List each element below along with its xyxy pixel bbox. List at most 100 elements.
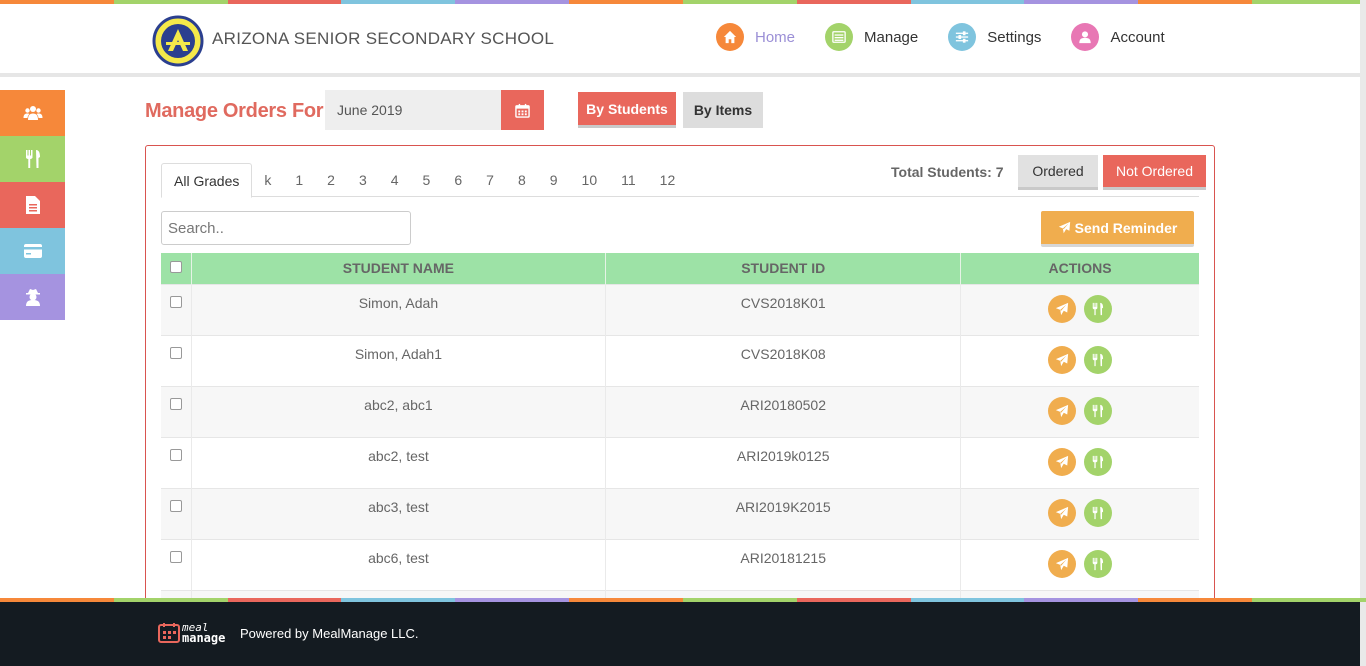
utensils-icon bbox=[25, 150, 40, 168]
tab-grade-1[interactable]: 1 bbox=[283, 163, 315, 197]
paper-plane-icon bbox=[1055, 404, 1069, 418]
view-meals-row-button[interactable] bbox=[1084, 498, 1113, 527]
calendar-button[interactable] bbox=[501, 90, 544, 130]
tab-grade-2[interactable]: 2 bbox=[315, 163, 347, 197]
utensils-icon bbox=[1091, 302, 1105, 316]
row-checkbox[interactable] bbox=[169, 346, 182, 359]
send-reminder-row-button[interactable] bbox=[1048, 549, 1077, 578]
tab-grade-4[interactable]: 4 bbox=[379, 163, 411, 197]
view-meals-row-button[interactable] bbox=[1084, 549, 1113, 578]
paper-plane-icon bbox=[1058, 221, 1070, 234]
paper-plane-icon bbox=[1055, 506, 1069, 520]
actions-cell bbox=[960, 436, 1199, 488]
row-checkbox-cell bbox=[161, 538, 192, 590]
table-row: Simon, Adah CVS2018K01 bbox=[161, 283, 1199, 335]
actions-cell bbox=[960, 334, 1199, 386]
header-actions: ACTIONS bbox=[1048, 260, 1112, 277]
school-logo bbox=[152, 15, 204, 67]
brand-line-2: manage bbox=[182, 631, 226, 645]
send-reminder-label: Send Reminder bbox=[1074, 219, 1178, 236]
tab-grade-9[interactable]: 9 bbox=[538, 163, 570, 197]
nav-settings[interactable]: Settings bbox=[948, 23, 1041, 51]
send-reminder-row-button[interactable] bbox=[1048, 294, 1077, 323]
tab-grade-10[interactable]: 10 bbox=[570, 163, 610, 197]
send-reminder-row-button[interactable] bbox=[1048, 345, 1077, 374]
send-reminder-button[interactable]: Send Reminder bbox=[1041, 211, 1194, 247]
sidebar-item-reports[interactable] bbox=[0, 182, 65, 228]
nav-manage[interactable]: Manage bbox=[825, 23, 918, 51]
row-checkbox[interactable] bbox=[169, 397, 182, 410]
tab-grade-8[interactable]: 8 bbox=[506, 163, 538, 197]
scrollbar[interactable] bbox=[1360, 0, 1366, 666]
sliders-icon bbox=[948, 23, 977, 51]
row-checkbox-cell bbox=[161, 385, 192, 437]
view-meals-row-button[interactable] bbox=[1084, 345, 1113, 374]
view-meals-row-button[interactable] bbox=[1084, 447, 1113, 476]
by-students-button[interactable]: By Students bbox=[578, 92, 676, 128]
nav-home[interactable]: Home bbox=[716, 23, 795, 51]
paper-plane-icon bbox=[1055, 455, 1069, 469]
table-row: abc2, test ARI2019k0125 bbox=[161, 436, 1199, 488]
row-checkbox[interactable] bbox=[169, 550, 182, 563]
actions-cell bbox=[960, 283, 1199, 335]
utensils-icon bbox=[1091, 455, 1105, 469]
tab-grade-k[interactable]: k bbox=[252, 163, 283, 197]
tab-grade-11[interactable]: 11 bbox=[609, 163, 648, 197]
row-actions bbox=[961, 396, 1199, 425]
view-meals-row-button[interactable] bbox=[1084, 294, 1113, 323]
nav-account-label: Account bbox=[1110, 28, 1165, 46]
sidebar-item-admin[interactable] bbox=[0, 274, 65, 320]
row-actions bbox=[961, 294, 1199, 323]
tab-grade-5[interactable]: 5 bbox=[411, 163, 443, 197]
not-ordered-button[interactable]: Not Ordered bbox=[1103, 155, 1206, 190]
manage-orders-title: Manage Orders For: bbox=[145, 100, 330, 122]
row-checkbox-cell bbox=[161, 487, 192, 539]
table-header-row: STUDENT NAME STUDENT ID ACTIONS bbox=[161, 253, 1199, 284]
sidebar-item-payments[interactable] bbox=[0, 228, 65, 274]
list-icon bbox=[825, 23, 854, 51]
tab-grade-7[interactable]: 7 bbox=[474, 163, 506, 197]
top-nav: Home Manage Settings Account bbox=[716, 23, 1195, 51]
actions-cell bbox=[960, 538, 1199, 590]
nav-home-label: Home bbox=[755, 28, 796, 46]
users-icon bbox=[23, 106, 42, 120]
row-actions bbox=[961, 345, 1199, 374]
table-row: Simon, Adah1 CVS2018K08 bbox=[161, 334, 1199, 386]
orders-panel: All Grades k 1 2 3 4 5 6 7 8 9 10 11 12 Total Student… bbox=[145, 145, 1215, 615]
tab-grade-6[interactable]: 6 bbox=[442, 163, 474, 197]
nav-account[interactable]: Account bbox=[1071, 23, 1165, 51]
utensils-icon bbox=[1091, 404, 1105, 418]
student-name-cell: Simon, Adah1 bbox=[191, 334, 607, 386]
student-name-cell: abc6, test bbox=[191, 538, 607, 590]
row-checkbox[interactable] bbox=[169, 499, 182, 512]
send-reminder-row-button[interactable] bbox=[1048, 396, 1077, 425]
student-id-cell: ARI2019k0125 bbox=[605, 436, 962, 488]
ordered-button[interactable]: Ordered bbox=[1018, 155, 1098, 190]
student-id-cell: ARI2019K2015 bbox=[605, 487, 962, 539]
paper-plane-icon bbox=[1055, 353, 1069, 367]
by-items-button[interactable]: By Items bbox=[683, 92, 763, 128]
view-meals-row-button[interactable] bbox=[1084, 396, 1113, 425]
powered-by-text: Powered by MealManage LLC. bbox=[240, 626, 419, 641]
row-checkbox[interactable] bbox=[169, 448, 182, 461]
student-id-cell: CVS2018K01 bbox=[605, 283, 962, 335]
send-reminder-row-button[interactable] bbox=[1048, 498, 1077, 527]
header: ARIZONA SENIOR SECONDARY SCHOOL Home Man… bbox=[0, 4, 1360, 74]
tab-grade-12[interactable]: 12 bbox=[648, 163, 688, 197]
utensils-icon bbox=[1091, 557, 1105, 571]
tab-grade-3[interactable]: 3 bbox=[347, 163, 379, 197]
month-input[interactable] bbox=[325, 90, 501, 130]
tab-grade-all[interactable]: All Grades bbox=[161, 163, 253, 198]
user-icon bbox=[1071, 23, 1100, 51]
search-input[interactable] bbox=[161, 211, 411, 245]
send-reminder-row-button[interactable] bbox=[1048, 447, 1077, 476]
row-checkbox[interactable] bbox=[169, 295, 182, 308]
row-actions bbox=[961, 447, 1199, 476]
sidebar-item-meals[interactable] bbox=[0, 136, 65, 182]
sidebar-item-users[interactable] bbox=[0, 90, 65, 136]
sidebar bbox=[0, 90, 65, 320]
row-actions bbox=[961, 498, 1199, 527]
select-all-checkbox[interactable] bbox=[169, 261, 182, 274]
calendar-icon bbox=[515, 103, 530, 118]
header-student-id: STUDENT ID bbox=[605, 253, 962, 284]
